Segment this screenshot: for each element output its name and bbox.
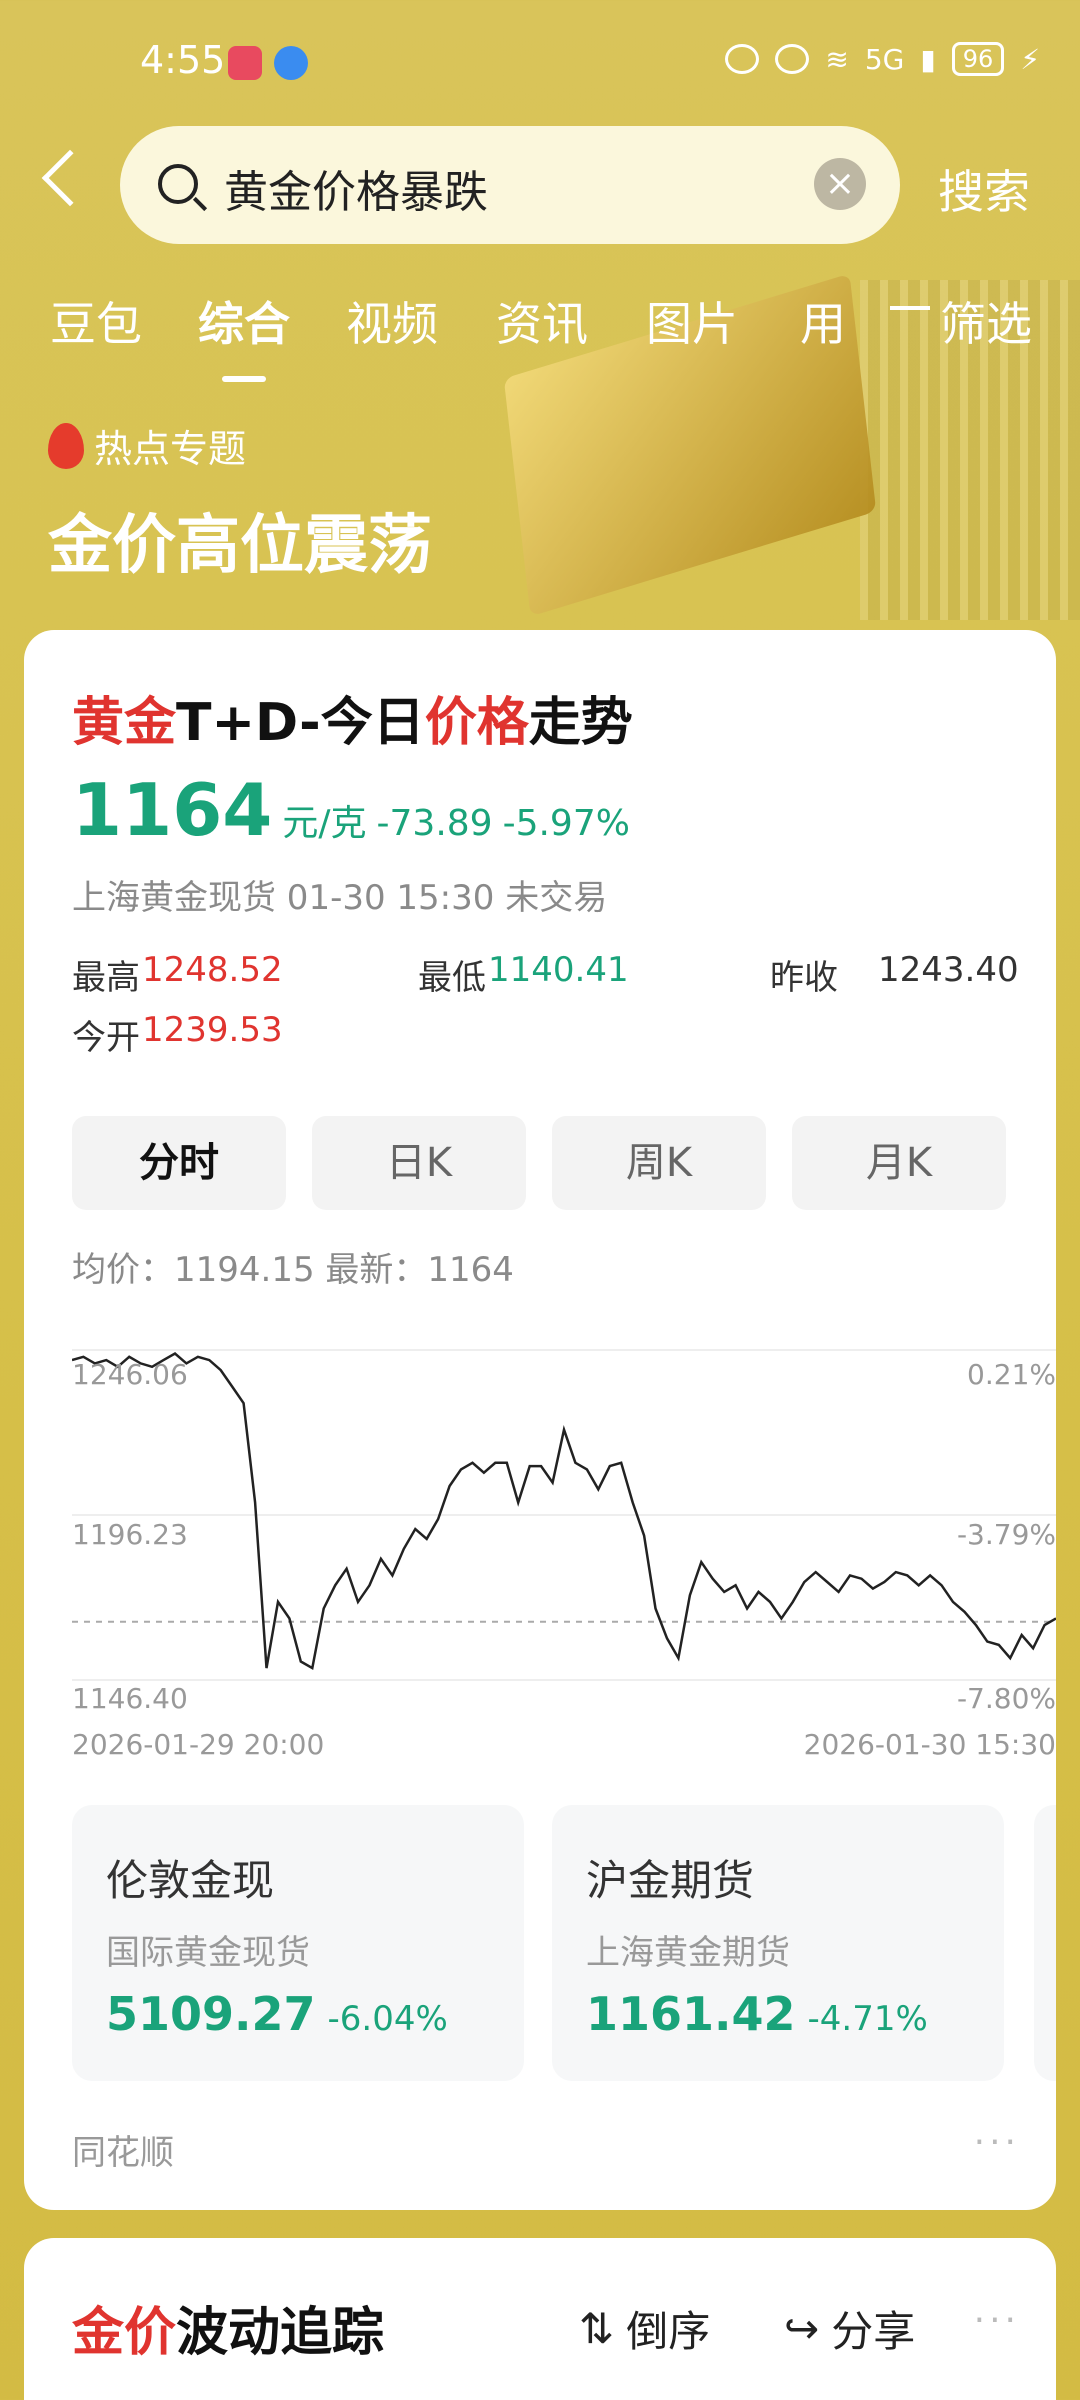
filter-button[interactable]: 筛选 bbox=[890, 288, 1032, 354]
y-label-top: 1246.06 bbox=[72, 1358, 188, 1391]
mini-card-subtitle: 上海黄金期货 bbox=[586, 1933, 790, 1973]
current-price: 1164 bbox=[72, 768, 273, 852]
tracking-title-red: 金价 bbox=[72, 2303, 177, 2363]
charging-icon: ⚡ bbox=[1020, 42, 1040, 76]
tab-general[interactable]: 综合 bbox=[198, 288, 290, 382]
price-tracking-card[interactable]: 金价波动追踪 ⇅ 倒序 ↪ 分享 ··· bbox=[24, 2238, 1056, 2400]
prev-close-label: 昨收 bbox=[770, 958, 838, 998]
y-label-bottom: 1146.40 bbox=[72, 1682, 188, 1715]
sort-label: 倒序 bbox=[626, 2307, 711, 2356]
y-label-mid: 1196.23 bbox=[72, 1518, 188, 1551]
tab-users[interactable]: 用 bbox=[800, 288, 846, 354]
title-part-trend: 走势 bbox=[528, 693, 633, 753]
back-icon[interactable] bbox=[41, 149, 99, 207]
tracking-title: 金价波动追踪 bbox=[72, 2290, 384, 2365]
x-label-end: 2026-01-30 15:30 bbox=[803, 1728, 1056, 1761]
pct-label-top: 0.21% bbox=[967, 1358, 1056, 1391]
share-button[interactable]: ↪ 分享 bbox=[784, 2298, 915, 2359]
status-icons: ≋ 5G ▮ 96 ⚡ bbox=[725, 42, 1040, 76]
clear-icon[interactable]: × bbox=[814, 158, 866, 210]
hot-topic-label: 热点专题 bbox=[48, 418, 246, 473]
x-label-start: 2026-01-29 20:00 bbox=[72, 1728, 325, 1761]
title-part-price: 价格 bbox=[424, 693, 529, 753]
shanghai-futures-card[interactable]: 沪金期货 上海黄金期货 1161.42 -4.71% bbox=[552, 1805, 1004, 2081]
segment-monthly-k[interactable]: 月K bbox=[792, 1116, 1006, 1210]
mini-card-value: 1161.42 bbox=[586, 1987, 796, 2041]
battery-indicator: 96 bbox=[951, 42, 1005, 76]
mini-card-price: 5109.27 -6.04% bbox=[106, 1987, 448, 2041]
market-info: 上海黄金现货 01-30 15:30 未交易 bbox=[72, 878, 608, 918]
open-label: 今开 bbox=[72, 1018, 140, 1058]
mini-card-value: 5109.27 bbox=[106, 1987, 316, 2041]
prev-close-value: 1243.40 bbox=[878, 950, 1019, 990]
filter-label: 筛选 bbox=[940, 297, 1032, 351]
data-source: 同花顺 bbox=[72, 2133, 174, 2173]
chart-grid bbox=[72, 1349, 1056, 1681]
status-bar: 4:55 ≋ 5G ▮ 96 ⚡ bbox=[0, 0, 1080, 130]
tracking-title-rest: 波动追踪 bbox=[176, 2303, 385, 2363]
more-options-icon[interactable]: ··· bbox=[974, 2300, 1020, 2341]
mini-card-title: 伦敦金现 bbox=[106, 1856, 275, 1905]
status-time: 4:55 bbox=[140, 38, 226, 82]
network-label: 5G bbox=[864, 42, 905, 76]
flame-icon bbox=[48, 422, 84, 469]
browser-notification-icon bbox=[274, 46, 308, 80]
avg-latest-row: 均价：1194.15 最新：1164 bbox=[72, 1250, 514, 1290]
open-value: 1239.53 bbox=[142, 1010, 283, 1050]
alarm-icon bbox=[775, 44, 810, 74]
pct-label-bottom: -7.80% bbox=[956, 1682, 1056, 1715]
search-input[interactable]: 黄金价格暴跌 × bbox=[120, 126, 900, 244]
high-label: 最高 bbox=[72, 958, 140, 998]
tab-news[interactable]: 资讯 bbox=[496, 288, 588, 354]
next-mini-card-peek[interactable] bbox=[1034, 1805, 1056, 2081]
search-icon bbox=[158, 164, 198, 204]
low-label: 最低 bbox=[418, 958, 486, 998]
filter-icon bbox=[890, 306, 930, 340]
low-value: 1140.41 bbox=[488, 950, 629, 990]
sort-button[interactable]: ⇅ 倒序 bbox=[579, 2298, 710, 2359]
tab-images[interactable]: 图片 bbox=[646, 288, 738, 354]
app-notification-icon bbox=[228, 46, 262, 80]
mini-card-title: 沪金期货 bbox=[586, 1856, 755, 1905]
price-change: -73.89 bbox=[376, 803, 493, 844]
search-query[interactable]: 黄金价格暴跌 bbox=[224, 156, 488, 220]
hot-topic-text: 热点专题 bbox=[94, 427, 247, 471]
title-part-td: T+D-今日 bbox=[176, 693, 425, 753]
mini-card-subtitle: 国际黄金现货 bbox=[106, 1933, 310, 1973]
gold-price-card[interactable]: 黄金T+D-今日价格走势 1164 元/克 -73.89 -5.97% 上海黄金… bbox=[24, 630, 1057, 2210]
price-change-pct: -5.97% bbox=[502, 803, 630, 844]
title-part-gold: 黄金 bbox=[72, 693, 177, 753]
eye-icon bbox=[725, 44, 760, 74]
signal-icon: ▮ bbox=[920, 42, 936, 76]
search-button[interactable]: 搜索 bbox=[938, 156, 1030, 222]
mini-card-price: 1161.42 -4.71% bbox=[586, 1987, 928, 2041]
segment-intraday[interactable]: 分时 bbox=[72, 1116, 286, 1210]
segment-daily-k[interactable]: 日K bbox=[312, 1116, 526, 1210]
card-title: 黄金T+D-今日价格走势 bbox=[72, 680, 633, 755]
chart-svg bbox=[71, 1349, 1057, 1681]
segment-weekly-k[interactable]: 周K bbox=[552, 1116, 766, 1210]
share-icon: ↪ bbox=[784, 2304, 820, 2353]
share-label: 分享 bbox=[831, 2307, 916, 2356]
more-options-icon[interactable]: ··· bbox=[974, 2122, 1020, 2163]
wifi-icon: ≋ bbox=[825, 42, 849, 76]
pct-label-mid: -3.79% bbox=[956, 1518, 1056, 1551]
mini-card-pct: -4.71% bbox=[807, 1999, 928, 2039]
high-value: 1248.52 bbox=[142, 950, 283, 990]
intraday-chart[interactable]: 1246.06 1196.23 1146.40 0.21% -3.79% -7.… bbox=[71, 1320, 1057, 1761]
tab-doubao[interactable]: 豆包 bbox=[50, 288, 142, 354]
london-gold-card[interactable]: 伦敦金现 国际黄金现货 5109.27 -6.04% bbox=[72, 1805, 524, 2081]
price-row: 1164 元/克 -73.89 -5.97% bbox=[72, 768, 630, 852]
tab-video[interactable]: 视频 bbox=[346, 288, 438, 354]
sort-icon: ⇅ bbox=[579, 2304, 615, 2353]
price-unit: 元/克 bbox=[282, 803, 367, 844]
hero-title: 金价高位震荡 bbox=[48, 509, 432, 583]
mini-card-pct: -6.04% bbox=[327, 1999, 448, 2039]
